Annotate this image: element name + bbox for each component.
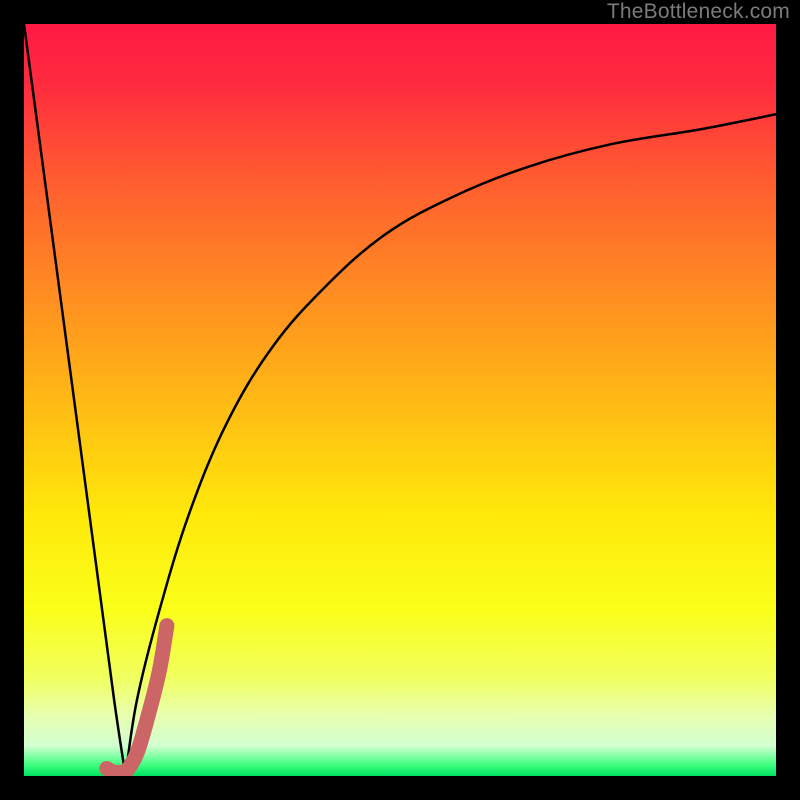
- watermark-text: TheBottleneck.com: [607, 0, 790, 24]
- curve-layer: [24, 24, 776, 776]
- plot-area: [24, 24, 776, 776]
- left-curve: [24, 24, 126, 776]
- chart-frame: TheBottleneck.com: [0, 0, 800, 800]
- right-curve: [126, 114, 776, 776]
